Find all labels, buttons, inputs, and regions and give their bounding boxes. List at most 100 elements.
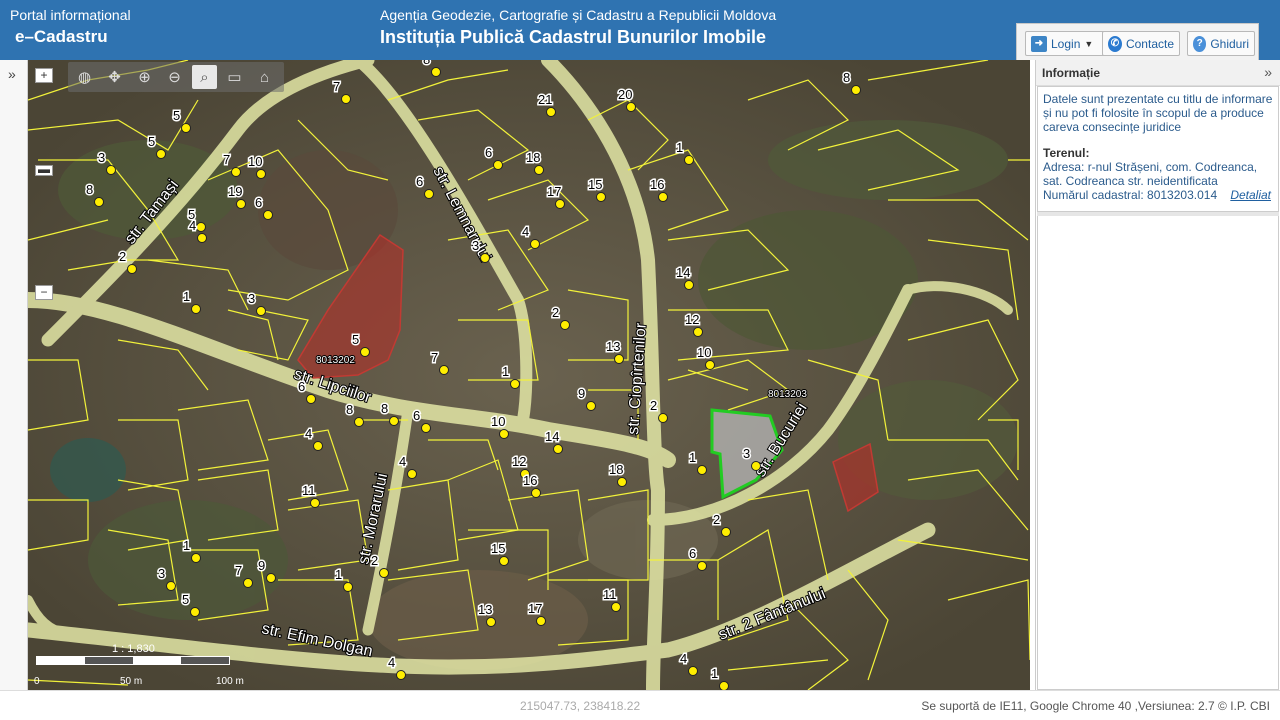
house-marker[interactable] xyxy=(341,94,351,104)
house-marker[interactable] xyxy=(688,666,698,676)
house-marker[interactable] xyxy=(231,167,241,177)
map-canvas[interactable]: 8013202 8013203 str. Tamași str. Lemnaru… xyxy=(28,60,1030,690)
house-marker[interactable] xyxy=(166,581,176,591)
house-marker[interactable] xyxy=(546,107,556,117)
house-marker[interactable] xyxy=(106,165,116,175)
login-button[interactable]: ➜ Login ▼ xyxy=(1025,31,1105,56)
app-name[interactable]: e–Cadastru xyxy=(15,27,108,47)
agency-name: Agenția Geodezie, Cartografie și Cadastr… xyxy=(380,7,777,23)
house-marker[interactable] xyxy=(697,561,707,571)
house-marker[interactable] xyxy=(396,670,406,680)
house-marker[interactable] xyxy=(531,488,541,498)
house-marker[interactable] xyxy=(560,320,570,330)
house-marker[interactable] xyxy=(266,573,276,583)
house-marker[interactable] xyxy=(536,616,546,626)
house-number-label: 8 xyxy=(346,402,353,417)
house-marker[interactable] xyxy=(313,441,323,451)
zoom-out-icon[interactable]: ⊖ xyxy=(162,65,187,89)
info-panel-header: Informație » xyxy=(1036,60,1280,86)
house-marker[interactable] xyxy=(196,222,206,232)
house-marker[interactable] xyxy=(658,413,668,423)
house-marker[interactable] xyxy=(190,607,200,617)
house-marker[interactable] xyxy=(555,199,565,209)
contacts-button[interactable]: ✆ Contacte xyxy=(1102,31,1180,56)
globe-icon[interactable]: ◍ xyxy=(72,65,97,89)
house-marker[interactable] xyxy=(343,582,353,592)
header-button-group: ➜ Login ▼ ✆ Contacte ? Ghiduri xyxy=(1016,23,1259,60)
house-number-label: 4 xyxy=(522,224,529,239)
house-marker[interactable] xyxy=(658,192,668,202)
house-marker[interactable] xyxy=(534,165,544,175)
zoom-slider-handle[interactable]: ▬ xyxy=(35,163,53,176)
phone-icon: ✆ xyxy=(1108,35,1122,52)
house-marker[interactable] xyxy=(379,568,389,578)
house-marker[interactable] xyxy=(263,210,273,220)
house-marker[interactable] xyxy=(256,169,266,179)
house-marker[interactable] xyxy=(421,423,431,433)
house-marker[interactable] xyxy=(310,498,320,508)
house-marker[interactable] xyxy=(693,327,703,337)
house-marker[interactable] xyxy=(499,556,509,566)
parcel-label: 8013203 xyxy=(768,389,807,400)
detail-link[interactable]: Detaliat xyxy=(1230,188,1271,202)
house-number-label: 15 xyxy=(491,541,505,556)
house-marker[interactable] xyxy=(424,189,434,199)
house-marker[interactable] xyxy=(256,306,266,316)
layers-icon[interactable]: ⌂ xyxy=(252,65,277,89)
house-marker[interactable] xyxy=(530,239,540,249)
terrain-heading: Terenul: xyxy=(1043,146,1090,160)
house-number-label: 11 xyxy=(302,483,316,498)
house-marker[interactable] xyxy=(510,379,520,389)
house-marker[interactable] xyxy=(684,155,694,165)
house-marker[interactable] xyxy=(553,444,563,454)
house-marker[interactable] xyxy=(586,401,596,411)
house-marker[interactable] xyxy=(697,465,707,475)
print-icon[interactable]: ▭ xyxy=(222,65,247,89)
house-marker[interactable] xyxy=(389,416,399,426)
info-panel-title: Informație xyxy=(1042,66,1101,80)
house-marker[interactable] xyxy=(705,360,715,370)
house-marker[interactable] xyxy=(354,417,364,427)
house-marker[interactable] xyxy=(94,197,104,207)
house-marker[interactable] xyxy=(719,681,729,691)
zoom-in-icon[interactable]: ⊕ xyxy=(132,65,157,89)
house-marker[interactable] xyxy=(626,102,636,112)
house-marker[interactable] xyxy=(499,429,509,439)
house-marker[interactable] xyxy=(197,233,207,243)
map-view[interactable]: 8013202 8013203 str. Tamași str. Lemnaru… xyxy=(28,60,1030,690)
house-marker[interactable] xyxy=(493,160,503,170)
house-marker[interactable] xyxy=(243,578,253,588)
collapse-panel-icon[interactable]: » xyxy=(1264,64,1272,80)
zoom-out-button[interactable]: − xyxy=(35,285,53,300)
house-marker[interactable] xyxy=(480,253,490,263)
house-marker[interactable] xyxy=(611,602,621,612)
house-marker[interactable] xyxy=(721,527,731,537)
house-marker[interactable] xyxy=(181,123,191,133)
house-marker[interactable] xyxy=(127,264,137,274)
house-marker[interactable] xyxy=(431,67,441,77)
zoom-in-button[interactable]: + xyxy=(35,68,53,83)
house-marker[interactable] xyxy=(407,469,417,479)
left-sidebar-toggle[interactable]: » xyxy=(0,60,28,690)
house-marker[interactable] xyxy=(306,394,316,404)
house-marker[interactable] xyxy=(851,85,861,95)
house-marker[interactable] xyxy=(439,365,449,375)
guides-button[interactable]: ? Ghiduri xyxy=(1187,31,1255,56)
house-marker[interactable] xyxy=(684,280,694,290)
identify-icon[interactable]: ⌕ xyxy=(192,65,217,89)
house-marker[interactable] xyxy=(236,199,246,209)
house-marker[interactable] xyxy=(596,192,606,202)
status-bar: 215047.73, 238418.22 Se suportă de IE11,… xyxy=(0,690,1280,720)
house-marker[interactable] xyxy=(156,149,166,159)
pan-icon[interactable]: ✥ xyxy=(102,65,127,89)
house-marker[interactable] xyxy=(486,617,496,627)
house-marker[interactable] xyxy=(751,461,761,471)
house-number-label: 16 xyxy=(650,177,664,192)
house-marker[interactable] xyxy=(191,553,201,563)
house-marker[interactable] xyxy=(360,347,370,357)
house-number-label: 2 xyxy=(371,553,378,568)
house-marker[interactable] xyxy=(191,304,201,314)
house-number-label: 20 xyxy=(618,87,632,102)
house-marker[interactable] xyxy=(617,477,627,487)
house-marker[interactable] xyxy=(614,354,624,364)
